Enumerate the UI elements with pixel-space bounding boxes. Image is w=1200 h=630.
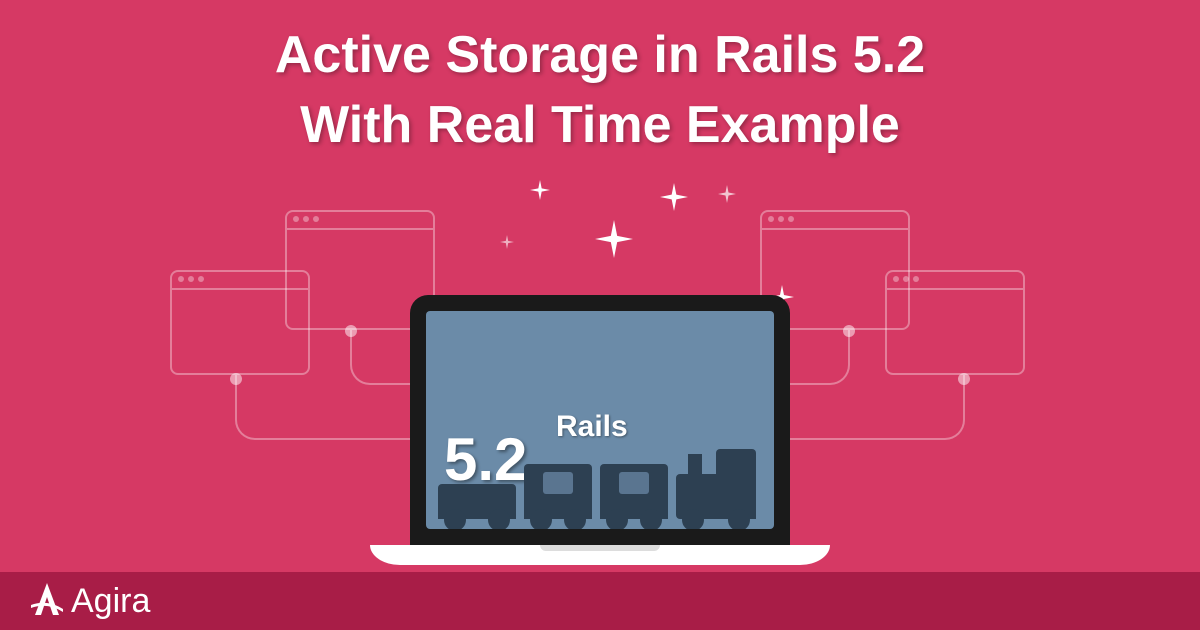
node-dot-icon	[958, 373, 970, 385]
laptop-icon: 5.2 Rails	[410, 295, 790, 565]
node-dot-icon	[843, 325, 855, 337]
rails-label: Rails	[556, 410, 628, 444]
train-icon	[438, 449, 756, 519]
node-dot-icon	[345, 325, 357, 337]
sparkle-icon	[500, 235, 514, 249]
sparkle-icon	[660, 183, 688, 211]
brand-name: Agira	[71, 582, 150, 621]
sparkle-icon	[595, 220, 633, 258]
brand-logo-icon	[25, 579, 69, 623]
sparkle-icon	[530, 180, 550, 200]
title-line-2: With Real Time Example	[0, 90, 1200, 160]
footer-bar: Agira	[0, 572, 1200, 630]
window-outline-icon	[885, 270, 1025, 375]
hero-illustration: 5.2 Rails	[0, 175, 1200, 575]
banner-title: Active Storage in Rails 5.2 With Real Ti…	[0, 0, 1200, 160]
sparkle-icon	[718, 185, 736, 203]
title-line-1: Active Storage in Rails 5.2	[0, 20, 1200, 90]
node-dot-icon	[230, 373, 242, 385]
brand-logo: Agira	[25, 579, 150, 623]
